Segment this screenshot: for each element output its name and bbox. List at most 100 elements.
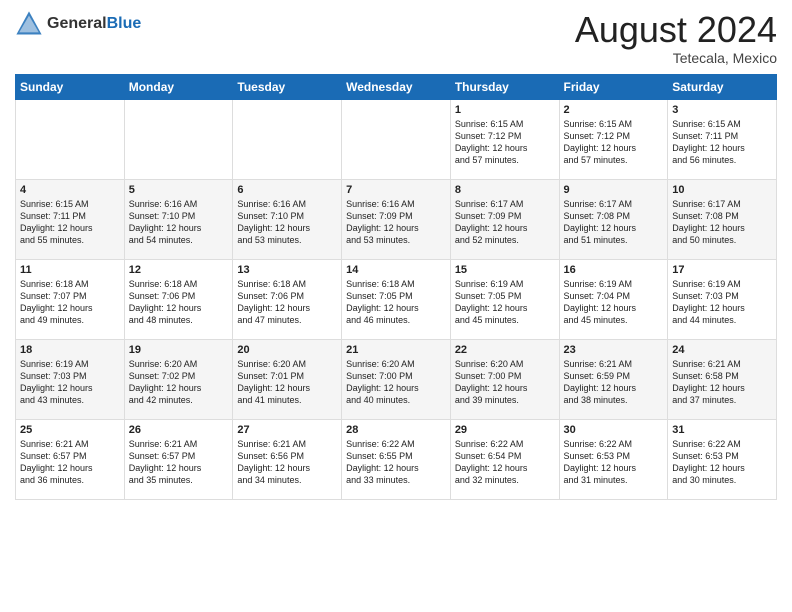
logo-text: GeneralBlue xyxy=(47,15,141,33)
month-title: August 2024 xyxy=(575,10,777,50)
title-section: August 2024 Tetecala, Mexico xyxy=(575,10,777,66)
day-number-26: 26 xyxy=(129,424,229,436)
cell-content-29: Sunrise: 6:22 AM Sunset: 6:54 PM Dayligh… xyxy=(455,438,555,487)
cell-content-16: Sunrise: 6:19 AM Sunset: 7:04 PM Dayligh… xyxy=(564,278,664,327)
day-number-30: 30 xyxy=(564,424,664,436)
cell-content-9: Sunrise: 6:17 AM Sunset: 7:08 PM Dayligh… xyxy=(564,198,664,247)
header-thursday: Thursday xyxy=(450,74,559,99)
day-number-4: 4 xyxy=(20,184,120,196)
day-number-3: 3 xyxy=(672,104,772,116)
day-number-15: 15 xyxy=(455,264,555,276)
cell-content-28: Sunrise: 6:22 AM Sunset: 6:55 PM Dayligh… xyxy=(346,438,446,487)
cell-2-0: 11 Sunrise: 6:18 AM Sunset: 7:07 PM Dayli… xyxy=(16,259,125,339)
day-number-24: 24 xyxy=(672,344,772,356)
cell-4-2: 27Sunrise: 6:21 AM Sunset: 6:56 PM Dayli… xyxy=(233,419,342,499)
cell-0-4: 1 Sunrise: 6:15 AM Sunset: 7:12 PM Daylig… xyxy=(450,99,559,179)
cell-1-1: 5 Sunrise: 6:16 AM Sunset: 7:10 PM Daylig… xyxy=(124,179,233,259)
cell-0-6: 3 Sunrise: 6:15 AM Sunset: 7:11 PM Daylig… xyxy=(668,99,777,179)
day-number-13: 13 xyxy=(237,264,337,276)
day-number-25: 25 xyxy=(20,424,120,436)
cell-1-6: 10 Sunrise: 6:17 AM Sunset: 7:08 PM Dayli… xyxy=(668,179,777,259)
week-row-2: 4 Sunrise: 6:15 AM Sunset: 7:11 PM Daylig… xyxy=(16,179,777,259)
week-row-3: 11 Sunrise: 6:18 AM Sunset: 7:07 PM Dayli… xyxy=(16,259,777,339)
cell-content-26: Sunrise: 6:21 AM Sunset: 6:57 PM Dayligh… xyxy=(129,438,229,487)
cell-3-1: 19Sunrise: 6:20 AM Sunset: 7:02 PM Dayli… xyxy=(124,339,233,419)
day-number-23: 23 xyxy=(564,344,664,356)
day-number-2: 2 xyxy=(564,104,664,116)
day-number-11: 11 xyxy=(20,264,120,276)
cell-content-11: Sunrise: 6:18 AM Sunset: 7:07 PM Dayligh… xyxy=(20,278,120,327)
cell-1-2: 6Sunrise: 6:16 AM Sunset: 7:10 PM Daylig… xyxy=(233,179,342,259)
day-number-21: 21 xyxy=(346,344,446,356)
cell-content-1: Sunrise: 6:15 AM Sunset: 7:12 PM Dayligh… xyxy=(455,118,555,167)
day-number-18: 18 xyxy=(20,344,120,356)
cell-3-5: 23 Sunrise: 6:21 AM Sunset: 6:59 PM Dayli… xyxy=(559,339,668,419)
cell-content-3: Sunrise: 6:15 AM Sunset: 7:11 PM Dayligh… xyxy=(672,118,772,167)
cell-1-0: 4 Sunrise: 6:15 AM Sunset: 7:11 PM Daylig… xyxy=(16,179,125,259)
day-number-8: 8 xyxy=(455,184,555,196)
cell-content-23: Sunrise: 6:21 AM Sunset: 6:59 PM Dayligh… xyxy=(564,358,664,407)
cell-content-22: Sunrise: 6:20 AM Sunset: 7:00 PM Dayligh… xyxy=(455,358,555,407)
logo-blue: Blue xyxy=(107,15,142,32)
cell-4-0: 25 Sunrise: 6:21 AM Sunset: 6:57 PM Dayli… xyxy=(16,419,125,499)
page-container: GeneralBlue August 2024 Tetecala, Mexico… xyxy=(0,0,792,505)
calendar-table: Sunday Monday Tuesday Wednesday Thursday… xyxy=(15,74,777,500)
day-number-29: 29 xyxy=(455,424,555,436)
cell-2-2: 13 Sunrise: 6:18 AM Sunset: 7:06 PM Dayli… xyxy=(233,259,342,339)
header: GeneralBlue August 2024 Tetecala, Mexico xyxy=(15,10,777,66)
cell-content-7: Sunrise: 6:16 AM Sunset: 7:09 PM Dayligh… xyxy=(346,198,446,247)
cell-content-21: Sunrise: 6:20 AM Sunset: 7:00 PM Dayligh… xyxy=(346,358,446,407)
logo-general: General xyxy=(47,15,107,32)
day-number-7: 7 xyxy=(346,184,446,196)
day-number-31: 31 xyxy=(672,424,772,436)
day-number-5: 5 xyxy=(129,184,229,196)
day-number-1: 1 xyxy=(455,104,555,116)
cell-2-3: 14Sunrise: 6:18 AM Sunset: 7:05 PM Dayli… xyxy=(342,259,451,339)
logo-icon xyxy=(15,10,43,38)
day-number-10: 10 xyxy=(672,184,772,196)
cell-1-4: 8Sunrise: 6:17 AM Sunset: 7:09 PM Daylig… xyxy=(450,179,559,259)
cell-3-2: 20Sunrise: 6:20 AM Sunset: 7:01 PM Dayli… xyxy=(233,339,342,419)
day-number-9: 9 xyxy=(564,184,664,196)
cell-3-6: 24 Sunrise: 6:21 AM Sunset: 6:58 PM Dayli… xyxy=(668,339,777,419)
cell-1-3: 7 Sunrise: 6:16 AM Sunset: 7:09 PM Daylig… xyxy=(342,179,451,259)
cell-1-5: 9 Sunrise: 6:17 AM Sunset: 7:08 PM Daylig… xyxy=(559,179,668,259)
cell-content-13: Sunrise: 6:18 AM Sunset: 7:06 PM Dayligh… xyxy=(237,278,337,327)
cell-2-1: 12Sunrise: 6:18 AM Sunset: 7:06 PM Dayli… xyxy=(124,259,233,339)
day-number-20: 20 xyxy=(237,344,337,356)
header-monday: Monday xyxy=(124,74,233,99)
day-number-27: 27 xyxy=(237,424,337,436)
cell-content-10: Sunrise: 6:17 AM Sunset: 7:08 PM Dayligh… xyxy=(672,198,772,247)
cell-content-25: Sunrise: 6:21 AM Sunset: 6:57 PM Dayligh… xyxy=(20,438,120,487)
cell-content-6: Sunrise: 6:16 AM Sunset: 7:10 PM Dayligh… xyxy=(237,198,337,247)
cell-0-3 xyxy=(342,99,451,179)
cell-3-3: 21 Sunrise: 6:20 AM Sunset: 7:00 PM Dayli… xyxy=(342,339,451,419)
cell-2-5: 16 Sunrise: 6:19 AM Sunset: 7:04 PM Dayli… xyxy=(559,259,668,339)
cell-content-5: Sunrise: 6:16 AM Sunset: 7:10 PM Dayligh… xyxy=(129,198,229,247)
calendar-header-row: Sunday Monday Tuesday Wednesday Thursday… xyxy=(16,74,777,99)
day-number-17: 17 xyxy=(672,264,772,276)
cell-content-12: Sunrise: 6:18 AM Sunset: 7:06 PM Dayligh… xyxy=(129,278,229,327)
header-sunday: Sunday xyxy=(16,74,125,99)
cell-2-4: 15Sunrise: 6:19 AM Sunset: 7:05 PM Dayli… xyxy=(450,259,559,339)
cell-3-4: 22 Sunrise: 6:20 AM Sunset: 7:00 PM Dayli… xyxy=(450,339,559,419)
cell-4-4: 29 Sunrise: 6:22 AM Sunset: 6:54 PM Dayli… xyxy=(450,419,559,499)
cell-content-19: Sunrise: 6:20 AM Sunset: 7:02 PM Dayligh… xyxy=(129,358,229,407)
header-friday: Friday xyxy=(559,74,668,99)
day-number-22: 22 xyxy=(455,344,555,356)
day-number-16: 16 xyxy=(564,264,664,276)
day-number-28: 28 xyxy=(346,424,446,436)
cell-0-2 xyxy=(233,99,342,179)
header-saturday: Saturday xyxy=(668,74,777,99)
week-row-5: 25 Sunrise: 6:21 AM Sunset: 6:57 PM Dayli… xyxy=(16,419,777,499)
cell-content-18: Sunrise: 6:19 AM Sunset: 7:03 PM Dayligh… xyxy=(20,358,120,407)
cell-3-0: 18 Sunrise: 6:19 AM Sunset: 7:03 PM Dayli… xyxy=(16,339,125,419)
cell-content-30: Sunrise: 6:22 AM Sunset: 6:53 PM Dayligh… xyxy=(564,438,664,487)
header-wednesday: Wednesday xyxy=(342,74,451,99)
cell-content-24: Sunrise: 6:21 AM Sunset: 6:58 PM Dayligh… xyxy=(672,358,772,407)
cell-4-6: 31 Sunrise: 6:22 AM Sunset: 6:53 PM Dayli… xyxy=(668,419,777,499)
cell-content-31: Sunrise: 6:22 AM Sunset: 6:53 PM Dayligh… xyxy=(672,438,772,487)
cell-content-4: Sunrise: 6:15 AM Sunset: 7:11 PM Dayligh… xyxy=(20,198,120,247)
cell-2-6: 17Sunrise: 6:19 AM Sunset: 7:03 PM Dayli… xyxy=(668,259,777,339)
cell-content-2: Sunrise: 6:15 AM Sunset: 7:12 PM Dayligh… xyxy=(564,118,664,167)
